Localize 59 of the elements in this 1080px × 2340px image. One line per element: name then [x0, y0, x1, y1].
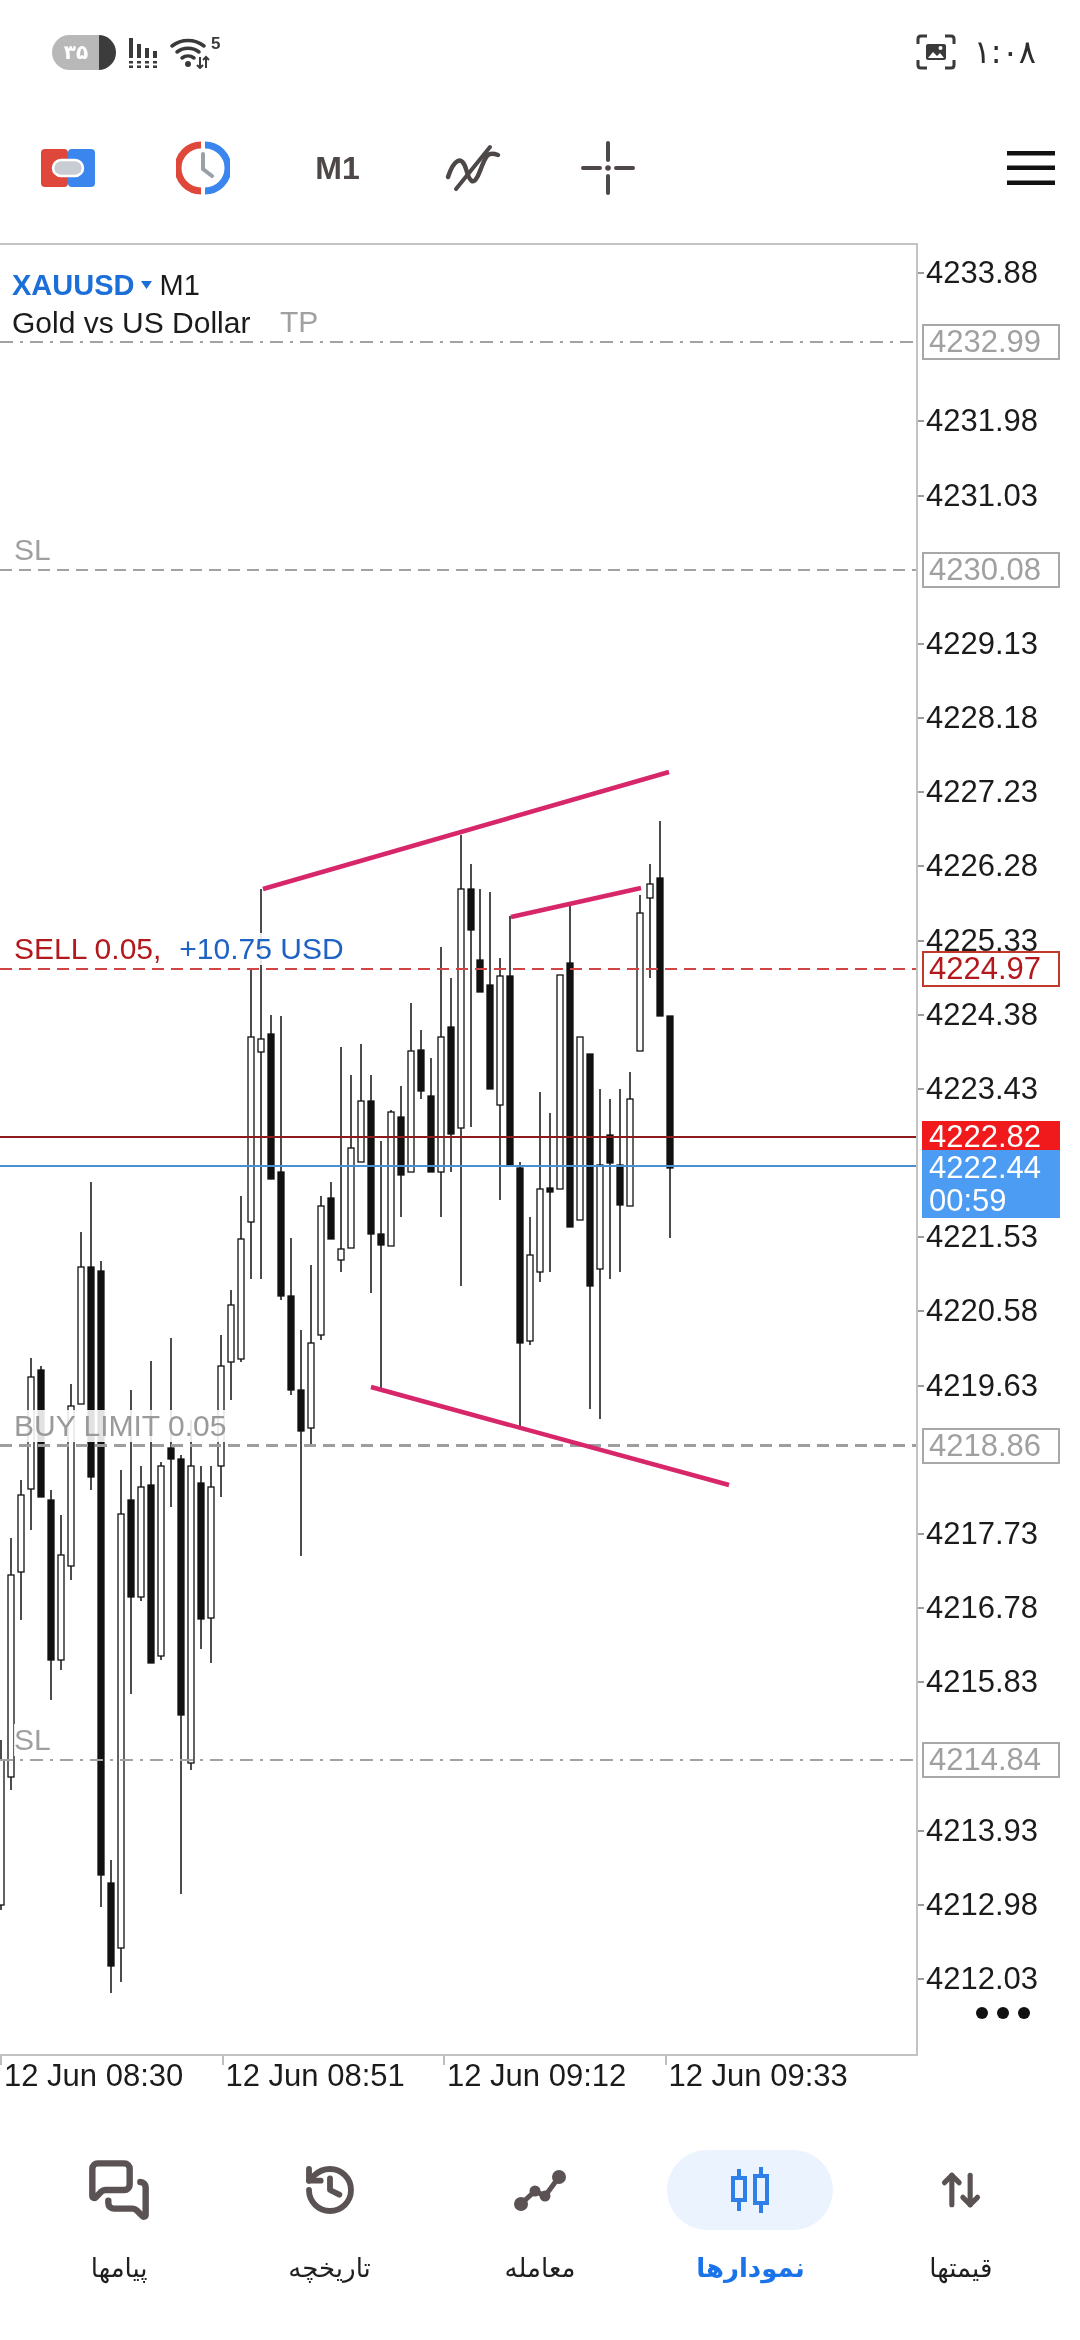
price-axis-label: 4212.98 [926, 1887, 1039, 1922]
price-axis-label: 4231.98 [926, 404, 1039, 439]
split-square-icon[interactable] [40, 149, 95, 187]
price-axis-label: 4228.18 [926, 701, 1039, 736]
bottom-nav-tab[interactable]: تاریخچه [224, 2150, 435, 2340]
price-axis-label: 4217.73 [926, 1516, 1039, 1551]
price-axis-label: 4229.13 [926, 626, 1039, 661]
trend-line[interactable] [510, 885, 642, 920]
bar-countdown: 00:59 [929, 1184, 1007, 1218]
screenshot-icon [915, 34, 956, 70]
clock-icon[interactable] [175, 141, 230, 195]
bid-price-tag: 4222.82 [922, 1120, 1060, 1152]
symbol-description: Gold vs US Dollar [12, 305, 251, 341]
signal-bars-icon [128, 36, 158, 68]
bottom-nav-tab[interactable]: نمودارها [645, 2150, 856, 2340]
bottom-nav-tab[interactable]: قیمتها [855, 2150, 1066, 2340]
chart-timeframe: M1 [159, 270, 200, 300]
price-axis-label: 4224.38 [926, 997, 1039, 1032]
stop-loss-price-tag: 4214.84 [922, 1741, 1060, 1778]
bottom-nav-tab[interactable]: معامله [434, 2150, 646, 2340]
stop-loss-label: SL [14, 1723, 51, 1756]
bottom-nav-tab[interactable]: پیامها [13, 2150, 225, 2340]
price-axis-label: 4219.63 [926, 1368, 1039, 1403]
chat-bubbles-icon [87, 2158, 152, 2222]
indicator-curve-icon[interactable] [443, 143, 502, 193]
price-axis-label: 4220.58 [926, 1294, 1039, 1329]
battery-indicator: ۳۵ [52, 34, 116, 70]
clock-time: ۱:۰۸ [973, 36, 1036, 68]
price-axis-label: 4212.03 [926, 1962, 1039, 1996]
take-profit-price-tag: 4232.99 [922, 324, 1060, 361]
timeframe-button[interactable]: M1 [315, 152, 360, 184]
dropdown-caret-icon[interactable] [141, 281, 153, 289]
trend-line-icon [513, 2168, 567, 2212]
price-axis-label: 4226.28 [926, 849, 1039, 884]
buy-limit-price-tag: 4218.86 [922, 1427, 1060, 1464]
menu-icon[interactable] [1007, 151, 1055, 185]
symbol-name[interactable]: XAUUSD [12, 270, 135, 300]
price-axis-label: 4231.03 [926, 478, 1039, 513]
crosshair-icon[interactable] [580, 141, 635, 195]
price-axis-label: 4221.53 [926, 1220, 1039, 1255]
price-axis-label: 4223.43 [926, 1071, 1039, 1106]
more-icon[interactable] [975, 2006, 1031, 2020]
time-axis-label: 12 Jun 09:33 [668, 2058, 848, 2093]
price-axis-label: 4213.93 [926, 1813, 1039, 1848]
time-axis-label: 12 Jun 08:30 [4, 2058, 184, 2093]
time-axis-label: 12 Jun 09:12 [447, 2058, 627, 2093]
stop-loss-price-tag: 4230.08 [922, 551, 1060, 588]
ask-price-value: 4222.44 [929, 1151, 1042, 1185]
wifi-generation-label: 5 [211, 35, 221, 52]
profit-label: +10.75 USD [179, 932, 344, 965]
price-axis-label: 4215.83 [926, 1665, 1039, 1700]
price-axis-label: 4233.88 [926, 256, 1039, 290]
trend-line[interactable] [370, 1384, 730, 1488]
price-axis-label: 4216.78 [926, 1591, 1039, 1626]
sell-position-price-tag: 4224.97 [922, 950, 1060, 987]
price-axis-label: 4227.23 [926, 775, 1039, 810]
trend-line[interactable] [262, 769, 670, 892]
buy-limit-order-label: BUY LIMIT 0.05 [14, 1409, 227, 1442]
time-axis-label: 12 Jun 08:51 [225, 2058, 405, 2093]
